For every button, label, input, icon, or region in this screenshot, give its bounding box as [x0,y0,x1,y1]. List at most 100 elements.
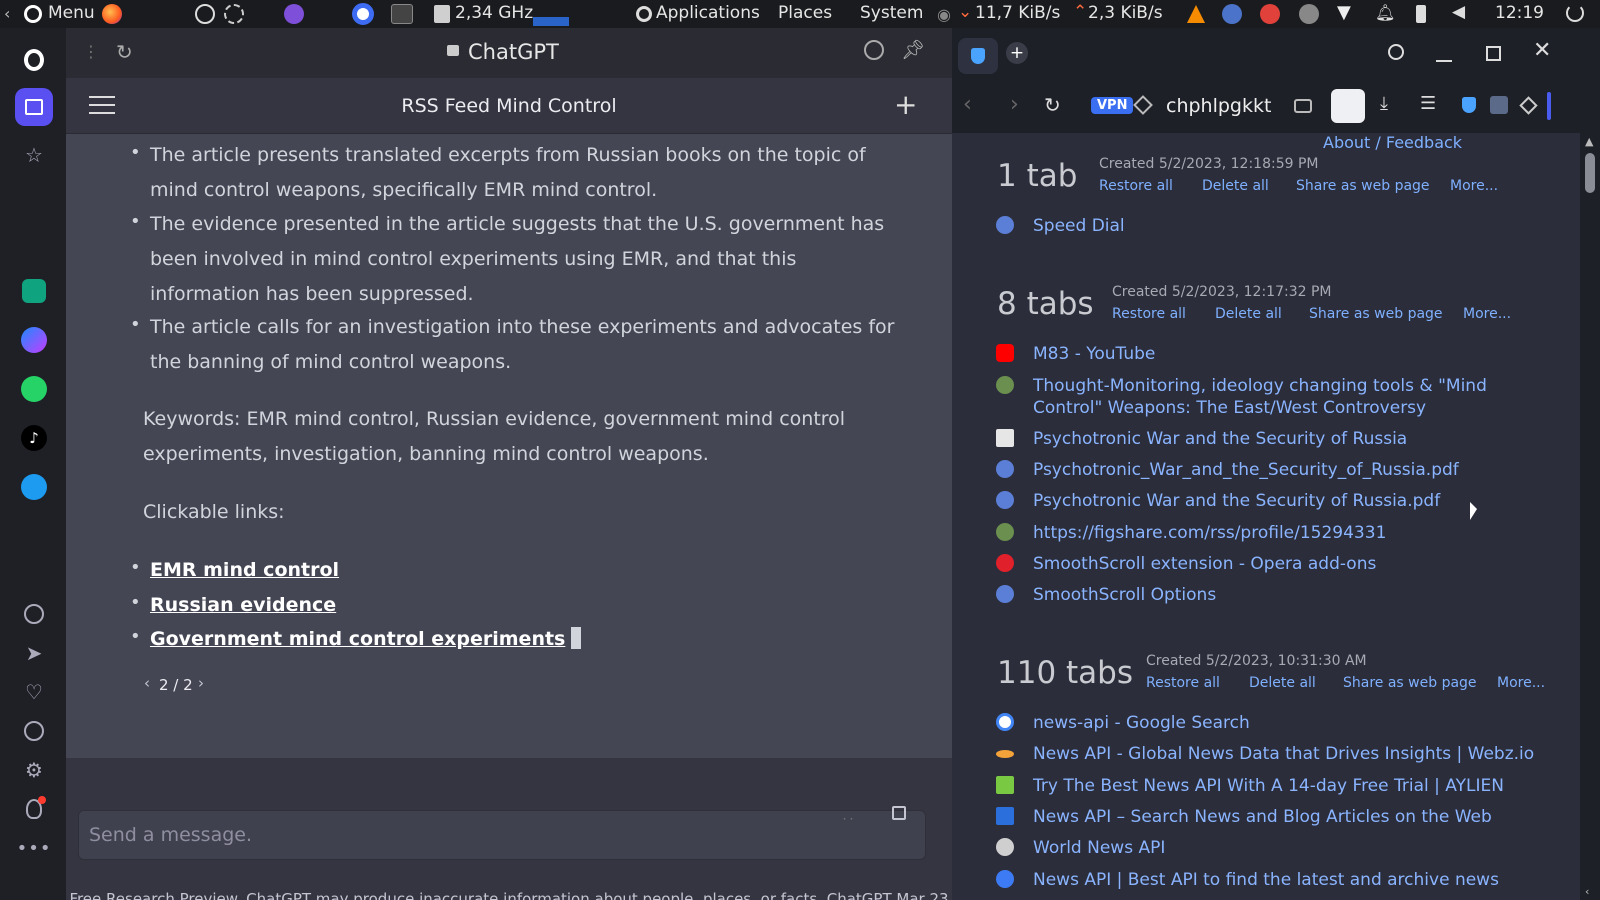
send-button[interactable] [892,806,906,820]
tab-row[interactable]: Try The Best News API With A 14-day Free… [996,775,1556,797]
tab-row[interactable]: M83 - YouTube [996,343,1556,365]
cube-icon[interactable] [1519,96,1538,115]
tab-title: M83 - YouTube [1033,344,1156,364]
tray-red-icon[interactable] [1260,4,1280,24]
opera-tray-icon[interactable] [352,3,374,25]
back-icon[interactable]: ‹ [963,92,972,117]
volume-icon[interactable]: ◀︎ [1452,2,1465,22]
link-emr-mind-control[interactable]: EMR mind control [150,559,339,581]
heart-icon[interactable]: ♡ [19,677,49,707]
emoji-icon[interactable] [864,40,884,60]
notification-bell-icon[interactable]: 🔔︎ [1375,3,1395,22]
tab-row[interactable]: News API | Best API to find the latest a… [996,869,1556,891]
tab-row[interactable]: SmoothScroll extension - Opera add-ons [996,553,1556,575]
tab-row[interactable]: https://figshare.com/rss/profile/1529433… [996,522,1556,544]
tips-icon[interactable] [19,794,49,824]
restore-icon[interactable] [1486,46,1501,61]
info-icon[interactable] [1299,4,1319,24]
settings-gear-icon[interactable]: ⚙ [19,755,49,785]
more-link[interactable]: More... [1450,178,1498,194]
tab-row[interactable]: SmoothScroll Options [996,584,1556,606]
tor-icon[interactable] [284,4,304,24]
tab-row[interactable]: news-api - Google Search [996,712,1556,734]
address-bar[interactable]: chphlpgkkt [1166,95,1271,117]
tray-app-icon[interactable] [1222,4,1242,24]
scroll-up-icon[interactable]: ▲ [1585,135,1593,148]
power-icon[interactable] [1566,4,1584,22]
share-as-web-page-link[interactable]: Share as web page [1309,306,1443,322]
more-link[interactable]: More... [1463,306,1511,322]
applications-menu[interactable]: Applications [656,3,760,23]
tab-sessions-icon[interactable] [1331,89,1365,123]
link-government-experiments[interactable]: Government mind control experiments [150,628,565,650]
more-icon[interactable]: ••• [17,833,51,863]
tab-row[interactable]: News API – Search News and Blog Articles… [996,806,1556,828]
clock[interactable]: 12:19 [1495,3,1544,23]
messenger-icon[interactable] [19,325,49,355]
terminal-icon[interactable] [391,4,413,24]
reload-icon[interactable]: ↻ [116,40,133,64]
settings-icon[interactable] [224,4,244,24]
chevron-left-icon[interactable]: ‹ [4,4,10,23]
drag-handle-icon[interactable]: ⋮ [83,42,99,61]
more-link[interactable]: More... [1497,675,1545,691]
whatsapp-icon[interactable] [19,374,49,404]
chatgpt-icon[interactable] [19,276,49,306]
pin-icon[interactable]: 📌︎ [901,38,925,61]
downloads-icon[interactable]: ⤓ [1380,93,1388,114]
accessibility-icon[interactable] [195,4,215,24]
restore-all-link[interactable]: Restore all [1112,306,1186,322]
vpn-badge[interactable]: VPN [1091,97,1134,114]
history-icon[interactable] [19,716,49,746]
vpn-shield-icon[interactable] [1462,97,1476,113]
restore-all-link[interactable]: Restore all [1099,178,1173,194]
message-input[interactable]: Send a message. ˙˙ [78,810,926,860]
delete-all-link[interactable]: Delete all [1202,178,1269,194]
tiktok-icon[interactable]: ♪ [19,423,49,453]
delete-all-link[interactable]: Delete all [1249,675,1316,691]
link-russian-evidence[interactable]: Russian evidence [150,594,336,616]
snapshot-icon[interactable] [1294,99,1312,113]
vpn-shield-tab-icon[interactable] [958,38,998,74]
scroll-down-icon[interactable]: ‹ [1585,885,1589,898]
wifi-icon[interactable]: ▼ [1337,2,1351,23]
tab-row[interactable]: Psychotronic_War_and_the_Security_of_Rus… [996,459,1556,481]
battery-icon[interactable] [1416,5,1426,23]
tab-row[interactable]: Speed Dial [996,215,1556,237]
search-icon[interactable] [1388,44,1404,60]
next-response-icon[interactable]: › [198,674,204,692]
restore-all-link[interactable]: Restore all [1146,675,1220,691]
player-icon[interactable] [19,599,49,629]
vlc-icon[interactable] [1187,5,1205,23]
tab-row[interactable]: News API - Global News Data that Drives … [996,743,1556,765]
new-tab-icon[interactable]: + [1006,42,1028,64]
scrollbar[interactable]: ▲ ‹ [1580,133,1600,900]
send-icon[interactable]: ➤ [19,638,49,668]
prev-response-icon[interactable]: ‹ [144,674,150,692]
minimize-icon[interactable] [1436,60,1452,62]
tab-row[interactable]: Thought-Monitoring, ideology changing to… [996,375,1556,419]
new-chat-icon[interactable]: + [894,88,917,121]
extension-icon[interactable] [1490,96,1508,114]
scrollbar-thumb[interactable] [1585,153,1595,193]
tab-row[interactable]: Psychotronic War and the Security of Rus… [996,428,1556,450]
twitter-icon[interactable] [19,472,49,502]
easy-setup-icon[interactable]: ☰ [1420,93,1436,114]
typing-cursor [571,627,582,649]
firefox-icon[interactable] [102,4,122,24]
aria-icon[interactable]: ☆ [19,140,49,170]
forward-icon[interactable]: › [1010,92,1019,117]
close-icon[interactable]: ✕ [1533,38,1551,63]
menu-logo-icon[interactable] [24,5,42,23]
places-menu[interactable]: Places [778,3,832,23]
share-as-web-page-link[interactable]: Share as web page [1296,178,1430,194]
delete-all-link[interactable]: Delete all [1215,306,1282,322]
reload-icon[interactable]: ↻ [1044,93,1061,117]
tab-row[interactable]: World News API [996,837,1556,859]
share-as-web-page-link[interactable]: Share as web page [1343,675,1477,691]
menu-button[interactable]: Menu [48,3,95,23]
home-icon[interactable] [15,88,53,126]
opera-logo-icon[interactable] [19,45,49,75]
system-menu[interactable]: System [860,3,923,23]
about-feedback-link[interactable]: About / Feedback [1323,133,1462,152]
